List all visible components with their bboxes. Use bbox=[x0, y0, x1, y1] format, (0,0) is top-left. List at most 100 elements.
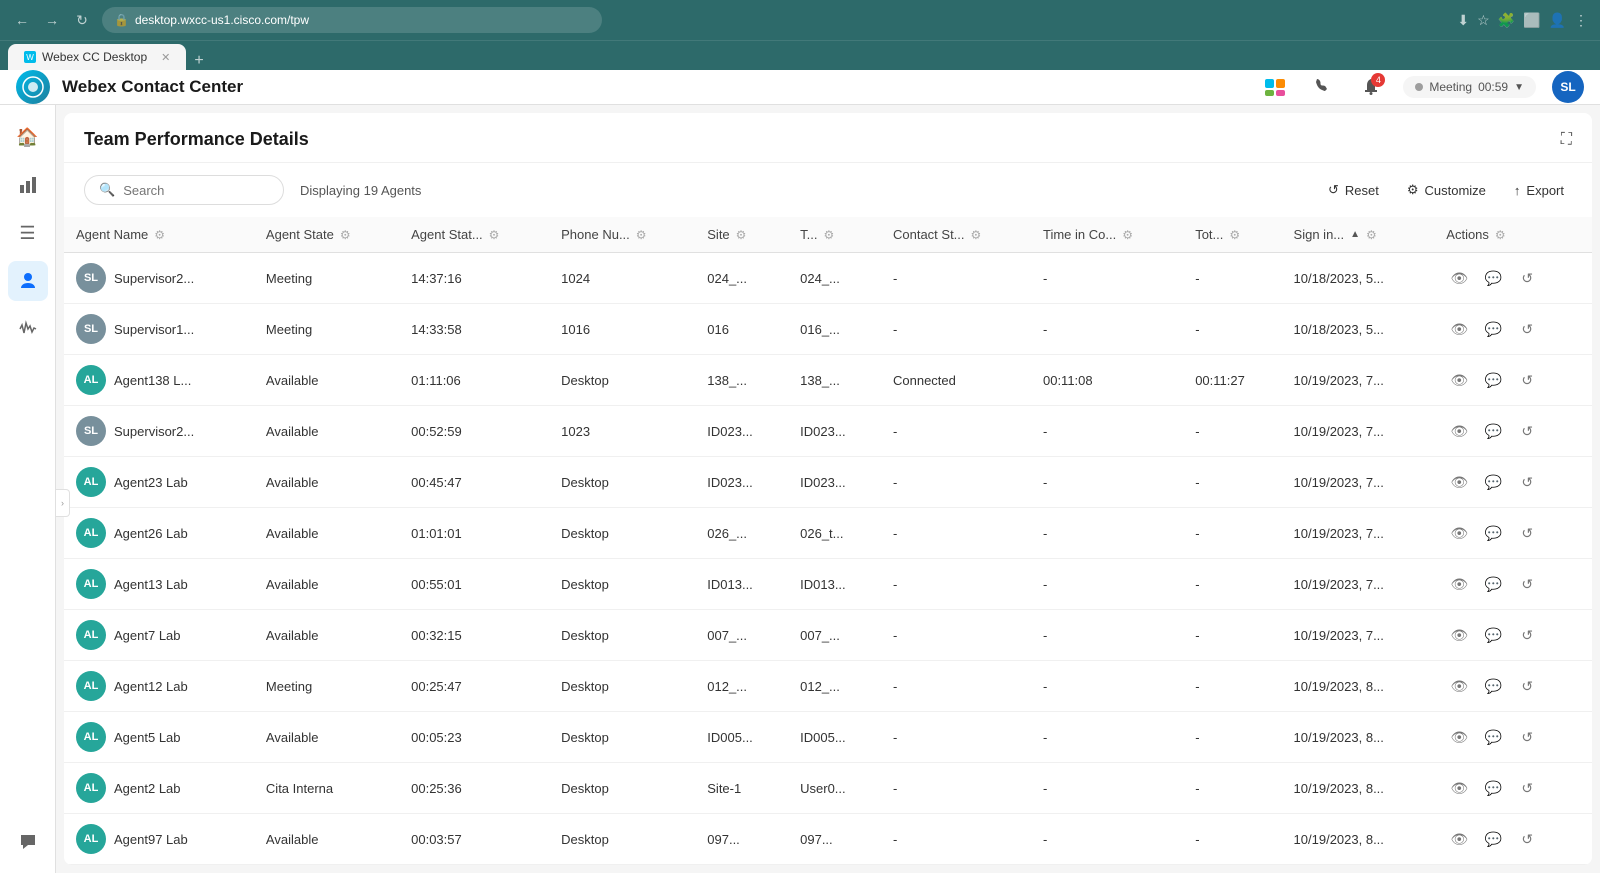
sidebar-item-home[interactable]: 🏠 bbox=[8, 117, 48, 157]
sign-in-sort-icon[interactable]: ▲ bbox=[1350, 229, 1360, 240]
cell-actions-10: 👁 💬 ↺ bbox=[1434, 763, 1592, 814]
chat-action-btn-4[interactable]: 💬 bbox=[1480, 469, 1506, 495]
address-bar[interactable]: 🔒 desktop.wxcc-us1.cisco.com/tpw bbox=[102, 7, 602, 33]
sidebar-item-menu[interactable]: ☰ bbox=[8, 213, 48, 253]
contact-st-settings-icon[interactable]: ⚙ bbox=[971, 228, 982, 242]
sidebar-item-chat[interactable] bbox=[8, 821, 48, 861]
state-badge-3: Available bbox=[266, 423, 319, 440]
site-settings-icon[interactable]: ⚙ bbox=[736, 228, 747, 242]
refresh-action-btn-2[interactable]: ↺ bbox=[1514, 367, 1540, 393]
view-action-btn-10[interactable]: 👁 bbox=[1446, 775, 1472, 801]
page-content: Team Performance Details ⛶ 🔍 Displaying … bbox=[64, 113, 1592, 865]
time-in-co-settings-icon[interactable]: ⚙ bbox=[1122, 228, 1133, 242]
th-sign-in: Sign in... ▲ ⚙ bbox=[1282, 217, 1435, 253]
agent-state-settings-icon[interactable]: ⚙ bbox=[340, 228, 351, 242]
view-action-btn-6[interactable]: 👁 bbox=[1446, 571, 1472, 597]
refresh-action-btn-7[interactable]: ↺ bbox=[1514, 622, 1540, 648]
actions-settings-icon[interactable]: ⚙ bbox=[1495, 228, 1506, 242]
refresh-action-btn-9[interactable]: ↺ bbox=[1514, 724, 1540, 750]
notification-button[interactable]: 4 bbox=[1355, 71, 1387, 103]
cell-agent-state-4: Available bbox=[254, 457, 399, 508]
phone-nu-settings-icon[interactable]: ⚙ bbox=[636, 228, 647, 242]
refresh-action-btn-1[interactable]: ↺ bbox=[1514, 316, 1540, 342]
state-badge-2: Available bbox=[266, 372, 319, 389]
new-tab-button[interactable]: + bbox=[194, 52, 203, 70]
view-action-btn-4[interactable]: 👁 bbox=[1446, 469, 1472, 495]
active-tab[interactable]: W Webex CC Desktop ✕ bbox=[8, 44, 186, 70]
chat-action-btn-11[interactable]: 💬 bbox=[1480, 826, 1506, 852]
customize-button[interactable]: ⚙ Customize bbox=[1399, 176, 1494, 204]
tot-settings-icon[interactable]: ⚙ bbox=[1229, 228, 1240, 242]
cell-agent-state-11: Available bbox=[254, 814, 399, 865]
agent-name-text-10: Agent2 Lab bbox=[114, 781, 181, 796]
refresh-action-btn-10[interactable]: ↺ bbox=[1514, 775, 1540, 801]
extension-icon: 🧩 bbox=[1498, 12, 1515, 29]
back-button[interactable]: ← bbox=[12, 10, 32, 30]
export-button[interactable]: ↑ Export bbox=[1506, 177, 1572, 204]
sign-in-settings-icon[interactable]: ⚙ bbox=[1366, 228, 1377, 242]
sidebar-item-waveform[interactable] bbox=[8, 309, 48, 349]
view-action-btn-1[interactable]: 👁 bbox=[1446, 316, 1472, 342]
search-input[interactable] bbox=[123, 183, 269, 198]
forward-button[interactable]: → bbox=[42, 10, 62, 30]
agent-name-settings-icon[interactable]: ⚙ bbox=[154, 228, 165, 242]
cell-agent-state-5: Available bbox=[254, 508, 399, 559]
header-row: Agent Name ⚙ Agent State ⚙ bbox=[64, 217, 1592, 253]
sidebar-item-contacts[interactable] bbox=[8, 261, 48, 301]
cell-agent-name-8: AL Agent12 Lab bbox=[64, 661, 254, 712]
chat-action-btn-10[interactable]: 💬 bbox=[1480, 775, 1506, 801]
table-header: Agent Name ⚙ Agent State ⚙ bbox=[64, 217, 1592, 253]
browser-chrome: ← → ↻ 🔒 desktop.wxcc-us1.cisco.com/tpw ⬇… bbox=[0, 0, 1600, 40]
reload-button[interactable]: ↻ bbox=[72, 10, 92, 30]
refresh-action-btn-4[interactable]: ↺ bbox=[1514, 469, 1540, 495]
phone-button[interactable] bbox=[1307, 71, 1339, 103]
chat-action-btn-6[interactable]: 💬 bbox=[1480, 571, 1506, 597]
agent-stat-settings-icon[interactable]: ⚙ bbox=[489, 228, 500, 242]
chat-action-btn-1[interactable]: 💬 bbox=[1480, 316, 1506, 342]
star-icon: ☆ bbox=[1477, 12, 1490, 29]
refresh-action-btn-0[interactable]: ↺ bbox=[1514, 265, 1540, 291]
chat-action-btn-5[interactable]: 💬 bbox=[1480, 520, 1506, 546]
webex-app-icon-button[interactable] bbox=[1259, 71, 1291, 103]
chat-action-btn-8[interactable]: 💬 bbox=[1480, 673, 1506, 699]
refresh-action-btn-11[interactable]: ↺ bbox=[1514, 826, 1540, 852]
agent-avatar-2: AL bbox=[76, 365, 106, 395]
search-box[interactable]: 🔍 bbox=[84, 175, 284, 205]
cell-time-in-co-9: - bbox=[1031, 712, 1183, 763]
t-settings-icon[interactable]: ⚙ bbox=[823, 228, 834, 242]
toolbar-left: 🔍 Displaying 19 Agents bbox=[84, 175, 421, 205]
view-action-btn-5[interactable]: 👁 bbox=[1446, 520, 1472, 546]
user-avatar[interactable]: SL bbox=[1552, 71, 1584, 103]
table-row: AL Agent12 Lab Meeting 00:25:47 Desktop … bbox=[64, 661, 1592, 712]
chat-action-btn-7[interactable]: 💬 bbox=[1480, 622, 1506, 648]
view-action-btn-11[interactable]: 👁 bbox=[1446, 826, 1472, 852]
status-indicator[interactable]: Meeting 00:59 ▼ bbox=[1403, 76, 1536, 98]
tab-close-icon[interactable]: ✕ bbox=[161, 51, 170, 64]
sidebar-item-analytics[interactable] bbox=[8, 165, 48, 205]
cell-time-in-co-1: - bbox=[1031, 304, 1183, 355]
chat-action-btn-9[interactable]: 💬 bbox=[1480, 724, 1506, 750]
view-action-btn-7[interactable]: 👁 bbox=[1446, 622, 1472, 648]
view-action-btn-2[interactable]: 👁 bbox=[1446, 367, 1472, 393]
view-action-btn-9[interactable]: 👁 bbox=[1446, 724, 1472, 750]
agent-avatar-6: AL bbox=[76, 569, 106, 599]
reset-button[interactable]: ↺ Reset bbox=[1320, 176, 1387, 204]
view-action-btn-3[interactable]: 👁 bbox=[1446, 418, 1472, 444]
cell-tot-5: - bbox=[1183, 508, 1281, 559]
sidebar-collapse-handle[interactable]: › bbox=[56, 489, 70, 517]
view-action-btn-8[interactable]: 👁 bbox=[1446, 673, 1472, 699]
refresh-action-btn-6[interactable]: ↺ bbox=[1514, 571, 1540, 597]
agent-avatar-8: AL bbox=[76, 671, 106, 701]
refresh-action-btn-3[interactable]: ↺ bbox=[1514, 418, 1540, 444]
page-header: Team Performance Details ⛶ bbox=[64, 113, 1592, 163]
refresh-action-btn-8[interactable]: ↺ bbox=[1514, 673, 1540, 699]
view-action-btn-0[interactable]: 👁 bbox=[1446, 265, 1472, 291]
cell-contact-st-7: - bbox=[881, 610, 1031, 661]
waveform-icon bbox=[18, 319, 38, 339]
chat-action-btn-2[interactable]: 💬 bbox=[1480, 367, 1506, 393]
top-header: Webex Contact Center bbox=[0, 70, 1600, 105]
chat-action-btn-3[interactable]: 💬 bbox=[1480, 418, 1506, 444]
chat-action-btn-0[interactable]: 💬 bbox=[1480, 265, 1506, 291]
refresh-action-btn-5[interactable]: ↺ bbox=[1514, 520, 1540, 546]
expand-button[interactable]: ⛶ bbox=[1561, 131, 1572, 149]
